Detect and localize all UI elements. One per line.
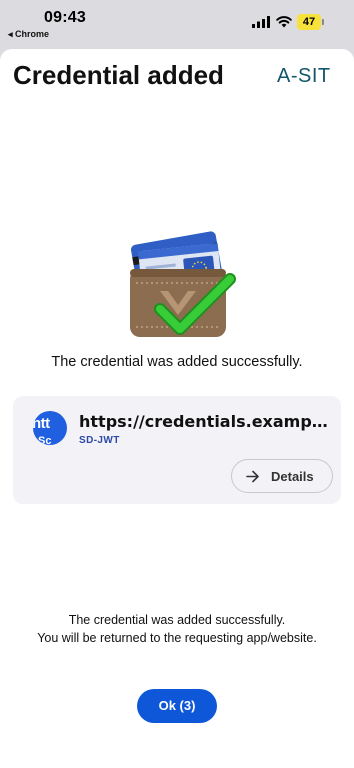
page-title: Credential added bbox=[13, 60, 224, 90]
details-label: Details bbox=[271, 469, 314, 484]
back-to-chrome-link[interactable]: ◂ Chrome bbox=[8, 29, 49, 40]
battery-tip bbox=[322, 19, 324, 25]
success-message: The credential was added successfully. bbox=[51, 354, 303, 370]
avatar-subtext: Sc bbox=[38, 435, 52, 445]
credential-format: SD-JWT bbox=[79, 435, 120, 446]
avatar-text: ntt bbox=[33, 415, 50, 432]
footer-line-2: You will be returned to the requesting a… bbox=[37, 631, 317, 645]
ok-button[interactable]: Ok (3) bbox=[137, 689, 217, 723]
credential-card: ntt Sc https://credentials.example.com S… bbox=[13, 396, 341, 504]
status-time: 09:43 bbox=[44, 9, 86, 26]
modal-sheet: Credential added A-SIT The credential wa… bbox=[0, 49, 354, 768]
issuer-url: https://credentials.example.com bbox=[79, 412, 333, 431]
footer-line-1: The credential was added successfully. bbox=[68, 613, 286, 627]
details-button[interactable]: Details bbox=[231, 459, 333, 493]
wallet-check-icon bbox=[130, 231, 236, 337]
wifi-icon bbox=[276, 16, 292, 28]
battery-icon: 47 bbox=[297, 14, 321, 30]
asit-logo: A-SIT bbox=[277, 65, 331, 87]
cellular-signal-icon bbox=[252, 16, 270, 28]
footer-message: The credential was added successfully. Y… bbox=[0, 611, 354, 647]
arrow-right-icon bbox=[246, 470, 259, 483]
issuer-avatar: ntt Sc bbox=[33, 411, 67, 445]
status-bar: 09:43 ◂ Chrome 47 bbox=[0, 0, 354, 44]
